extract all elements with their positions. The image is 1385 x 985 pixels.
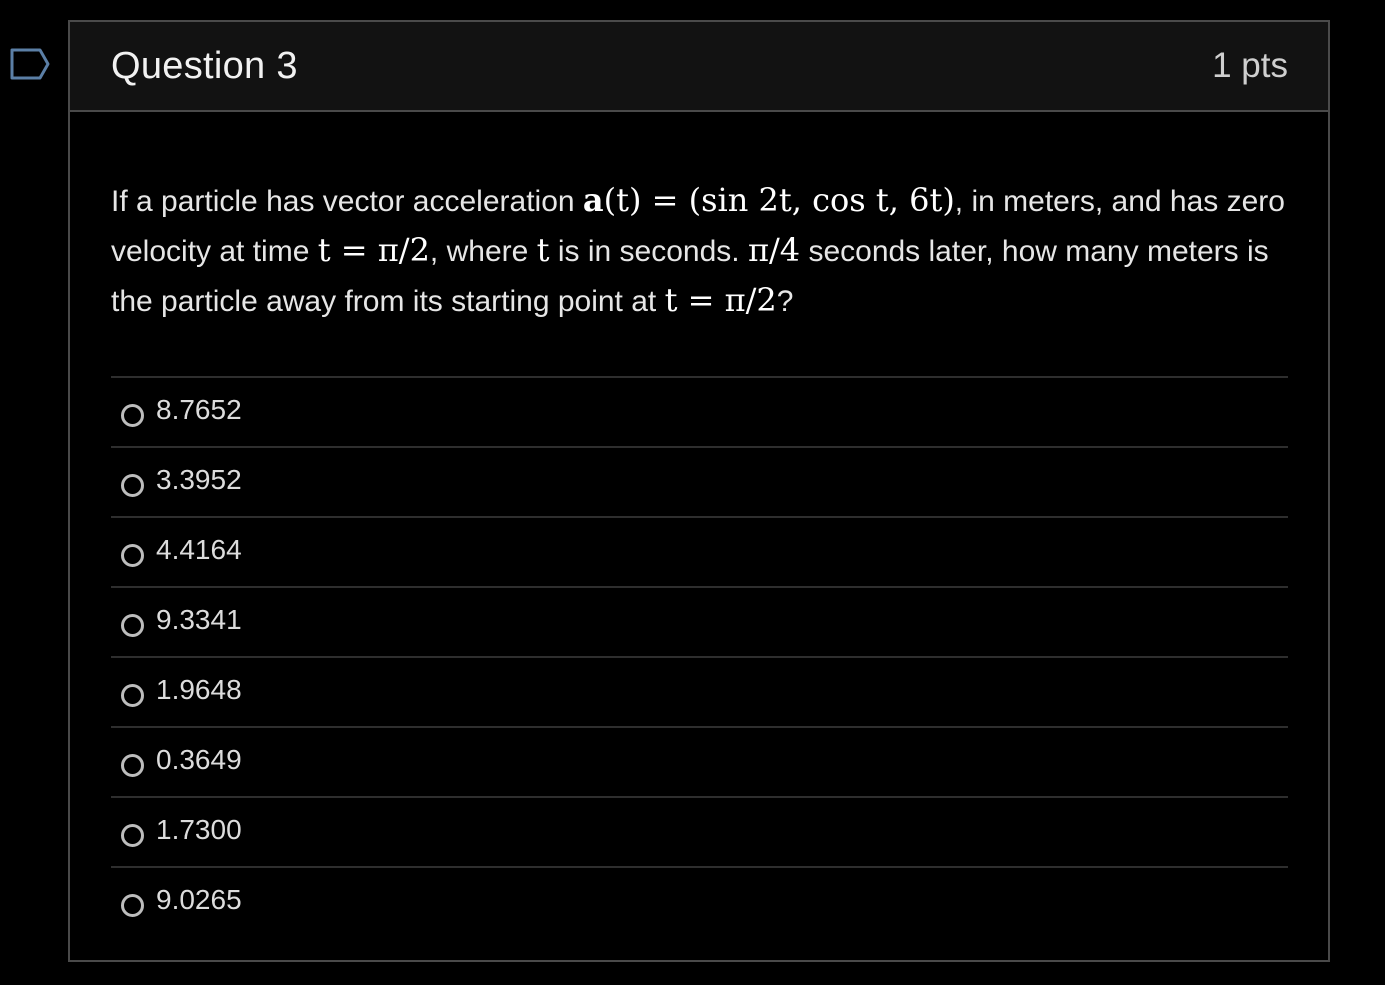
radio-button[interactable] <box>121 473 144 497</box>
answer-label: 4.4164 <box>156 534 242 565</box>
answer-label: 0.3649 <box>156 744 242 775</box>
radio-button[interactable] <box>121 893 144 917</box>
radio-button[interactable] <box>121 823 144 847</box>
math-expression: t = π/2 <box>664 281 777 319</box>
question-body: If a particle has vector acceleration a(… <box>70 112 1328 936</box>
question-text: If a particle has vector acceleration a(… <box>111 176 1288 326</box>
radio-button[interactable] <box>121 543 144 567</box>
answer-label: 8.7652 <box>156 394 242 425</box>
radio-button[interactable] <box>121 613 144 637</box>
math-expression: t = π/2 <box>317 231 430 269</box>
answer-label: 3.3952 <box>156 464 242 495</box>
question-card: Question 3 1 pts If a particle has vecto… <box>68 20 1330 962</box>
answer-label: 1.7300 <box>156 814 242 845</box>
answer-option[interactable]: 1.7300 <box>111 798 1288 868</box>
math-expression: t <box>536 231 550 269</box>
answer-list: 8.7652 3.3952 4.4164 9.3341 1.9648 0.364… <box>111 376 1288 936</box>
answer-option[interactable]: 1.9648 <box>111 658 1288 728</box>
answer-option[interactable]: 9.0265 <box>111 868 1288 936</box>
math-acceleration: (t) = (sin 2t, cos t, 6t) <box>603 181 955 219</box>
radio-button[interactable] <box>121 753 144 777</box>
question-points: 1 pts <box>1212 46 1288 85</box>
radio-button[interactable] <box>121 403 144 427</box>
flag-question-icon[interactable] <box>10 46 50 82</box>
answer-option[interactable]: 0.3649 <box>111 728 1288 798</box>
question-title: Question 3 <box>111 44 298 87</box>
math-expression: π/4 <box>747 231 801 269</box>
answer-option[interactable]: 9.3341 <box>111 588 1288 658</box>
question-header: Question 3 1 pts <box>70 22 1328 112</box>
answer-option[interactable]: 8.7652 <box>111 378 1288 448</box>
answer-option[interactable]: 4.4164 <box>111 518 1288 588</box>
question-text-part: , where <box>429 235 537 268</box>
question-text-part: is in seconds. <box>549 235 748 268</box>
answer-option[interactable]: 3.3952 <box>111 448 1288 518</box>
math-expression: a(t) = (sin 2t, cos t, 6t) <box>583 181 955 219</box>
question-text-part: If a particle has vector acceleration <box>111 185 583 218</box>
answer-label: 9.3341 <box>156 604 242 635</box>
math-vector-a: a <box>582 181 604 219</box>
answer-label: 1.9648 <box>156 674 242 705</box>
question-text-part: ? <box>776 285 794 318</box>
radio-button[interactable] <box>121 683 144 707</box>
answer-label: 9.0265 <box>156 884 242 915</box>
